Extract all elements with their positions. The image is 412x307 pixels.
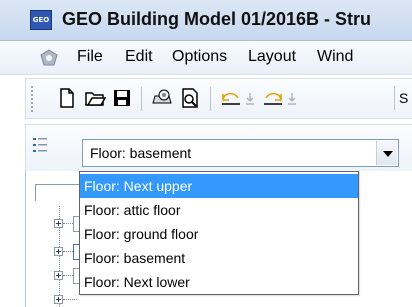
tree-connector	[63, 299, 77, 301]
menu-app-icon[interactable]	[40, 49, 58, 67]
toolbar-separator	[210, 87, 211, 111]
tree-expand-icon[interactable]	[54, 271, 63, 280]
menu-window[interactable]: Wind	[317, 48, 353, 66]
menu-edit[interactable]: Edit	[125, 48, 153, 66]
floor-option-next-upper[interactable]: Floor: Next upper	[80, 174, 358, 198]
floor-option-attic-floor[interactable]: Floor: attic floor	[80, 198, 358, 222]
save-icon[interactable]	[110, 86, 134, 110]
toolbar-partial-button[interactable]: S	[394, 86, 412, 110]
menu-bar: File Edit Options Layout Wind	[0, 41, 412, 75]
chevron-down-icon[interactable]	[376, 141, 397, 165]
main-toolbar: S	[25, 78, 412, 119]
title-bar[interactable]: GEO GEO Building Model 01/2016B - Stru	[0, 0, 412, 41]
floor-dropdown-list: Floor: Next upper Floor: attic floor Flo…	[79, 171, 359, 295]
floor-option-basement[interactable]: Floor: basement	[80, 246, 358, 270]
floor-combobox-value: Floor: basement	[90, 145, 192, 161]
tree-expand-icon[interactable]	[54, 247, 63, 256]
window-title: GEO Building Model 01/2016B - Stru	[62, 9, 372, 29]
new-file-icon[interactable]	[55, 86, 79, 110]
tree-connector	[63, 223, 73, 225]
tree-panel-tab[interactable]	[35, 184, 85, 201]
redo-dropdown-icon[interactable]	[285, 86, 299, 110]
undo-icon[interactable]	[219, 86, 243, 110]
toolbar-separator	[141, 87, 142, 111]
tree-expand-icon[interactable]	[54, 295, 63, 304]
print-preview-icon[interactable]	[178, 86, 202, 110]
tree-connector	[63, 275, 73, 277]
menu-file[interactable]: File	[77, 48, 103, 66]
tree-connector	[63, 251, 73, 253]
tree-expand-icon[interactable]	[54, 219, 63, 228]
print-icon[interactable]	[150, 86, 174, 110]
toolbar-grip[interactable]	[30, 85, 34, 112]
floor-option-next-lower[interactable]: Floor: Next lower	[80, 270, 358, 294]
floor-combobox[interactable]: Floor: basement	[82, 139, 399, 167]
menu-options[interactable]: Options	[172, 48, 227, 66]
undo-dropdown-icon[interactable]	[243, 86, 257, 110]
redo-icon[interactable]	[261, 86, 285, 110]
floor-list-icon	[33, 138, 47, 152]
open-folder-icon[interactable]	[83, 86, 107, 110]
app-icon[interactable]: GEO	[30, 10, 52, 30]
floor-option-ground-floor[interactable]: Floor: ground floor	[80, 222, 358, 246]
application-window: GEO GEO Building Model 01/2016B - Stru F…	[0, 0, 412, 307]
menu-layout[interactable]: Layout	[248, 48, 296, 66]
